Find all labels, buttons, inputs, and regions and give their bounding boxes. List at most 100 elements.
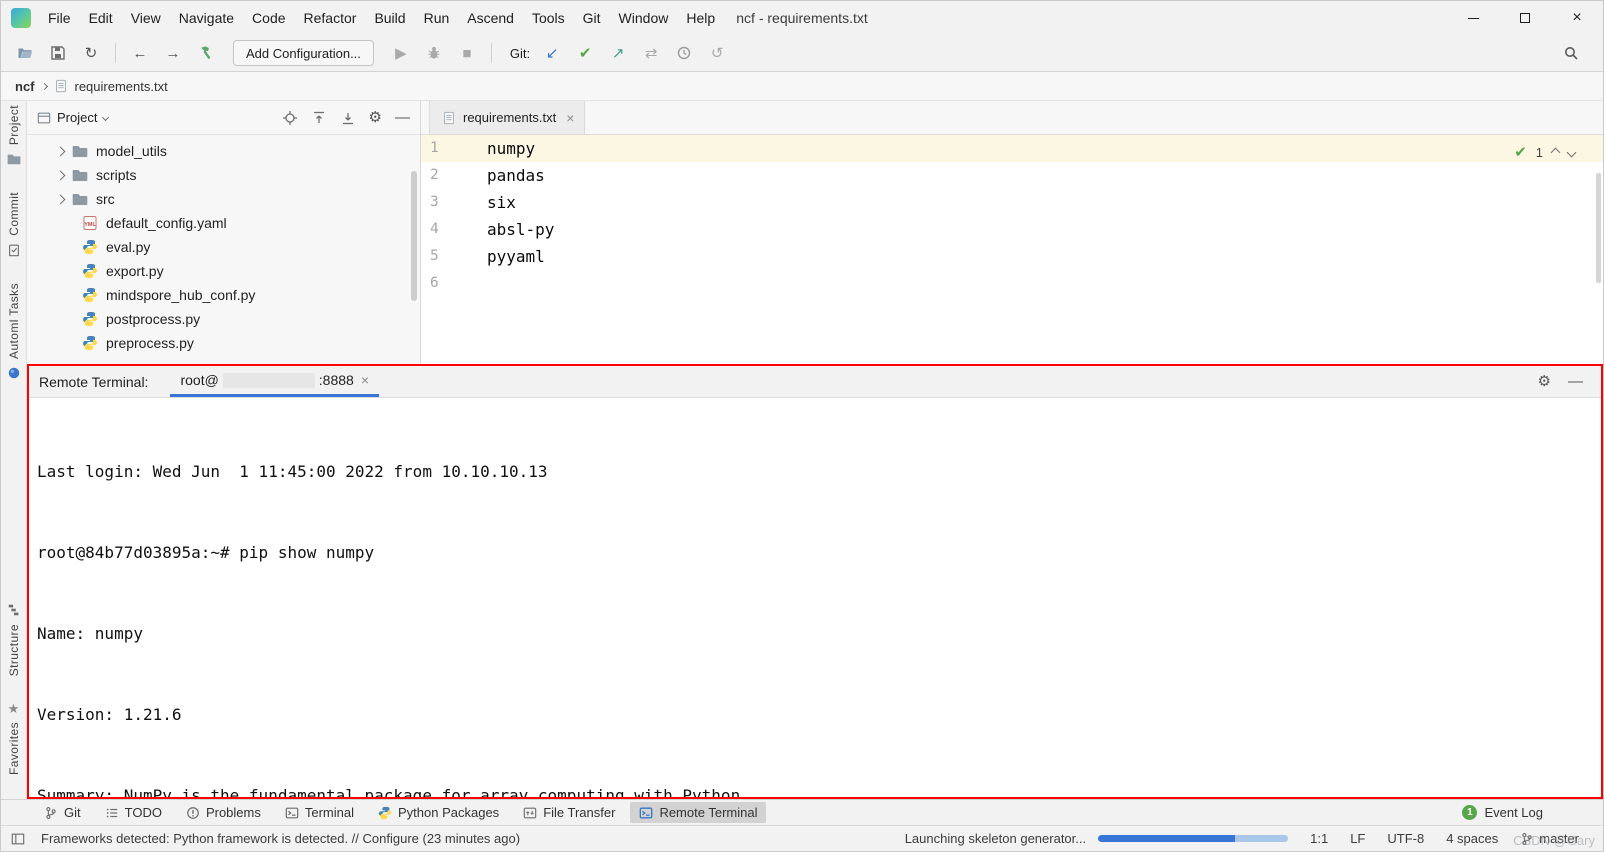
tree-item[interactable]: postprocess.py: [27, 307, 420, 331]
menu-help[interactable]: Help: [677, 1, 724, 35]
open-button[interactable]: [11, 40, 39, 66]
yaml-file-icon: YML: [83, 216, 97, 230]
toolwindow-remote-terminal[interactable]: Remote Terminal: [630, 802, 767, 823]
debug-button[interactable]: [420, 40, 448, 66]
maximize-button[interactable]: [1499, 1, 1551, 35]
save-button[interactable]: [44, 40, 72, 66]
breadcrumb-root[interactable]: ncf: [15, 79, 35, 94]
menu-run[interactable]: Run: [415, 1, 459, 35]
stripe-button-project[interactable]: Project: [7, 105, 21, 166]
tree-item[interactable]: scripts: [27, 163, 420, 187]
stripe-button-commit[interactable]: Commit: [7, 192, 21, 257]
tab-close-icon[interactable]: ×: [566, 110, 574, 126]
git-update-button[interactable]: ↙: [538, 40, 566, 66]
locate-file-icon[interactable]: [282, 110, 298, 126]
open-folder-icon: [18, 48, 32, 58]
toolwindow-todo[interactable]: TODO: [96, 802, 171, 823]
panel-settings-gear-icon[interactable]: ⚙: [369, 110, 382, 125]
terminal-output[interactable]: Last login: Wed Jun 1 11:45:00 2022 from…: [29, 398, 1601, 797]
menu-refactor[interactable]: Refactor: [295, 1, 366, 35]
tree-item-label: mindspore_hub_conf.py: [106, 287, 256, 303]
run-button[interactable]: ▶: [387, 40, 415, 66]
git-commit-button[interactable]: ✔: [571, 40, 599, 66]
terminal-settings-gear-icon[interactable]: ⚙: [1538, 374, 1551, 389]
stripe-button-structure[interactable]: Structure: [7, 603, 21, 676]
toolwindow-terminal[interactable]: Terminal: [276, 802, 363, 823]
terminal-minimize-icon[interactable]: —: [1568, 374, 1583, 389]
chevron-right-icon[interactable]: [55, 170, 66, 180]
sync-button[interactable]: ↻: [77, 40, 105, 66]
tree-item[interactable]: mindspore_hub_conf.py: [27, 283, 420, 307]
line-separator-indicator[interactable]: LF: [1350, 831, 1365, 846]
menu-file[interactable]: File: [39, 1, 80, 35]
code-line: 4 absl-py: [421, 216, 1603, 243]
collapse-all-icon[interactable]: [340, 110, 356, 126]
project-panel: Project ⚙ — model_utils scripts src YML …: [27, 101, 421, 364]
prev-problem-chevron-icon[interactable]: [1550, 147, 1561, 158]
build-button[interactable]: [192, 40, 220, 66]
indent-indicator[interactable]: 4 spaces: [1446, 831, 1498, 846]
panel-minimize-icon[interactable]: —: [395, 110, 410, 125]
search-everywhere-button[interactable]: [1557, 40, 1585, 66]
tree-item[interactable]: src: [27, 187, 420, 211]
tree-item[interactable]: model_utils: [27, 139, 420, 163]
chevron-right-icon[interactable]: [55, 146, 66, 156]
tree-item[interactable]: preprocess.py: [27, 331, 420, 355]
toolwindow-file-transfer[interactable]: File Transfer: [514, 802, 624, 823]
tree-item-label: eval.py: [106, 239, 151, 255]
terminal-panel-label: Remote Terminal:: [39, 373, 149, 390]
back-button[interactable]: ←: [126, 40, 154, 66]
back-arrow-icon: ←: [132, 44, 148, 62]
menu-edit[interactable]: Edit: [80, 1, 122, 35]
menu-build[interactable]: Build: [365, 1, 414, 35]
tree-item[interactable]: eval.py: [27, 235, 420, 259]
git-diff-button[interactable]: ⇄: [637, 40, 665, 66]
menu-code[interactable]: Code: [243, 1, 294, 35]
caret-position[interactable]: 1:1: [1310, 831, 1328, 846]
menu-tools[interactable]: Tools: [523, 1, 574, 35]
breadcrumb-file[interactable]: requirements.txt: [75, 79, 168, 94]
git-rollback-button[interactable]: ↺: [703, 40, 731, 66]
chevron-down-icon[interactable]: [102, 113, 110, 122]
close-button[interactable]: ×: [1551, 1, 1603, 35]
stripe-button-favorites[interactable]: ★ Favorites: [7, 702, 21, 775]
encoding-indicator[interactable]: UTF-8: [1387, 831, 1424, 846]
menu-navigate[interactable]: Navigate: [170, 1, 243, 35]
menu-window[interactable]: Window: [610, 1, 678, 35]
project-panel-title[interactable]: Project: [57, 110, 97, 125]
editor-body[interactable]: 1 numpy 2 pandas 3 six 4 absl-py 5 pyyam…: [421, 135, 1603, 364]
status-message[interactable]: Frameworks detected: Python framework is…: [41, 831, 520, 846]
toolwindow-python-packages[interactable]: Python Packages: [369, 802, 508, 823]
project-scrollbar[interactable]: [411, 171, 417, 301]
menu-git[interactable]: Git: [574, 1, 610, 35]
chevron-right-icon[interactable]: [55, 194, 66, 204]
toolwindow-problems[interactable]: Problems: [177, 802, 270, 823]
terminal-tab-port: :8888: [318, 372, 354, 388]
menu-view[interactable]: View: [122, 1, 170, 35]
app-logo-icon: [11, 8, 31, 28]
tool-window-toggle-icon[interactable]: [11, 832, 25, 846]
minimize-button[interactable]: [1447, 1, 1499, 35]
event-log-button[interactable]: 1 Event Log: [1462, 805, 1543, 820]
tool-window-bar: Git TODO Problems Terminal Python Packag…: [1, 799, 1603, 825]
git-history-button[interactable]: [670, 40, 698, 66]
tree-item[interactable]: YML default_config.yaml: [27, 211, 420, 235]
tree-item[interactable]: export.py: [27, 259, 420, 283]
stripe-button-automl-tasks[interactable]: Automl Tasks: [7, 283, 21, 380]
toolwindow-git[interactable]: Git: [35, 802, 90, 823]
editor-scrollbar[interactable]: [1596, 173, 1601, 283]
code-text: six: [487, 193, 516, 212]
add-configuration-label: Add Configuration...: [246, 45, 361, 61]
next-problem-chevron-icon[interactable]: [1566, 147, 1577, 158]
add-configuration-button[interactable]: Add Configuration...: [233, 40, 374, 66]
expand-all-icon[interactable]: [311, 110, 327, 126]
stop-button[interactable]: ■: [453, 40, 481, 66]
terminal-tab-user: root@: [180, 372, 219, 388]
menu-ascend[interactable]: Ascend: [458, 1, 523, 35]
terminal-session-tab[interactable]: root@ :8888 ×: [170, 366, 380, 397]
tab-close-icon[interactable]: ×: [361, 372, 369, 388]
editor-tab-requirements[interactable]: requirements.txt ×: [429, 101, 586, 134]
git-branch-widget[interactable]: master: [1520, 831, 1579, 846]
git-push-button[interactable]: ↗: [604, 40, 632, 66]
forward-button[interactable]: →: [159, 40, 187, 66]
